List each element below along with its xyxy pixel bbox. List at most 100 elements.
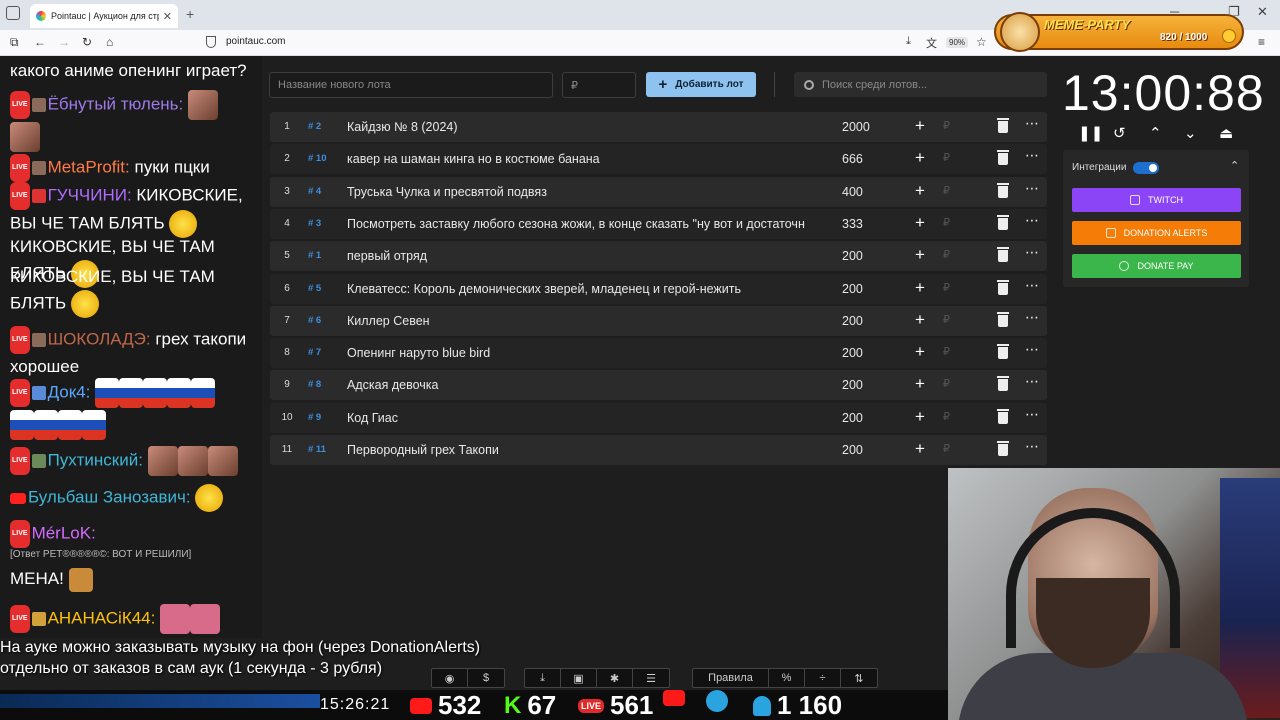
lot-id[interactable]: # 10 [308, 153, 327, 164]
more-options-icon[interactable]: ⋯ [1025, 341, 1039, 358]
lot-row[interactable]: 5 # 1 первый отряд 200 + ₽ ⋯ [270, 241, 1047, 272]
menu-icon[interactable]: ≡ [1258, 35, 1265, 49]
lot-id[interactable]: # 11 [308, 444, 326, 455]
lot-row[interactable]: 9 # 8 Адская девочка 200 + ₽ ⋯ [270, 370, 1047, 401]
chevron-down-icon[interactable]: ⌄ [1184, 124, 1197, 142]
save-page-icon[interactable]: ⤓ [906, 35, 911, 48]
trash-icon[interactable] [997, 408, 1009, 424]
lot-row[interactable]: 2 # 10 кавер на шаман кинга но в костюме б… [270, 144, 1047, 175]
lot-id[interactable]: # 9 [308, 412, 321, 423]
dollar-icon[interactable]: $ [468, 669, 504, 687]
ruble-input[interactable]: ₽ [943, 216, 950, 229]
ruble-input[interactable]: ₽ [943, 248, 950, 261]
close-tab-icon[interactable]: ✕ [163, 10, 172, 23]
lot-id[interactable]: # 7 [308, 347, 321, 358]
lot-id[interactable]: # 1 [308, 250, 321, 261]
ruble-input[interactable]: ₽ [943, 119, 950, 132]
lot-row[interactable]: 3 # 4 Труська Чулка и пресвятой подвяз 400 +… [270, 176, 1047, 207]
translate-icon[interactable]: 文 [926, 35, 937, 51]
ruble-input[interactable]: ₽ [943, 442, 950, 455]
lot-id[interactable]: # 6 [308, 315, 321, 326]
donate-pay-button[interactable]: DONATE PAY [1072, 254, 1241, 278]
trash-icon[interactable] [997, 118, 1009, 133]
add-amount-icon[interactable]: + [915, 148, 925, 168]
add-amount-icon[interactable]: + [915, 310, 925, 330]
sidebar-toggle-icon[interactable]: ⧉ [10, 35, 19, 50]
ruble-input[interactable]: ₽ [943, 151, 950, 164]
trash-icon[interactable] [997, 376, 1009, 392]
bookmark-star-icon[interactable]: ☆ [976, 35, 987, 49]
lot-name[interactable]: Посмотреть заставку любого сезона жожи, … [347, 217, 827, 231]
trash-icon[interactable] [997, 247, 1009, 263]
lot-row[interactable]: 10 # 9 Код Гиас 200 + ₽ ⋯ [270, 402, 1047, 433]
new-tab-icon[interactable]: + [186, 6, 194, 22]
reload-icon[interactable]: ↻ [82, 35, 92, 49]
add-amount-icon[interactable]: + [915, 116, 925, 136]
ruble-input[interactable]: ₽ [943, 281, 950, 294]
trash-icon[interactable] [997, 182, 1009, 198]
add-amount-icon[interactable]: + [915, 342, 925, 362]
lot-id[interactable]: # 3 [308, 218, 321, 229]
sort-icon[interactable]: ⇅ [841, 669, 877, 687]
lot-name[interactable]: Труська Чулка и пресвятой подвяз [347, 185, 827, 199]
percent-icon[interactable]: % [769, 669, 805, 687]
ruble-input[interactable]: ₽ [943, 410, 950, 423]
more-options-icon[interactable]: ⋯ [1025, 212, 1039, 229]
lot-name[interactable]: кавер на шаман кинга но в костюме банана [347, 152, 827, 166]
donation-alerts-button[interactable]: DONATION ALERTS [1072, 221, 1241, 245]
add-amount-icon[interactable]: + [915, 278, 925, 298]
tab-list-icon[interactable] [6, 6, 20, 20]
home-icon[interactable]: ⌂ [106, 35, 113, 49]
lot-name[interactable]: Код Гиас [347, 411, 827, 425]
more-options-icon[interactable]: ⋯ [1025, 180, 1039, 197]
lot-name[interactable]: Кайдзю № 8 (2024) [347, 120, 827, 134]
lot-id[interactable]: # 5 [308, 283, 321, 294]
lot-name[interactable]: Адская девочка [347, 378, 827, 392]
add-amount-icon[interactable]: + [915, 213, 925, 233]
lot-row[interactable]: 6 # 5 Клеватесс: Король демонических звере… [270, 273, 1047, 304]
trash-icon[interactable] [997, 150, 1009, 166]
more-options-icon[interactable]: ⋯ [1025, 277, 1039, 294]
trash-icon[interactable] [997, 279, 1009, 295]
ruble-input[interactable]: ₽ [943, 313, 950, 326]
rules-button[interactable]: Правила [693, 669, 769, 687]
bug-icon[interactable]: ✱ [597, 669, 633, 687]
close-window-icon[interactable]: ✕ [1257, 4, 1268, 20]
back-icon[interactable]: ← [34, 35, 46, 49]
lot-name[interactable]: первый отряд [347, 249, 827, 263]
github-icon[interactable]: ◉ [432, 669, 468, 687]
eject-icon[interactable]: ⏏ [1219, 124, 1233, 142]
search-input[interactable]: Поиск среди лотов... [794, 72, 1047, 97]
download-icon[interactable]: ⤓ [525, 669, 561, 687]
add-amount-icon[interactable]: + [915, 245, 925, 265]
integrations-toggle[interactable] [1133, 162, 1159, 174]
add-amount-icon[interactable]: + [915, 181, 925, 201]
trash-icon[interactable] [997, 441, 1009, 456]
lot-row[interactable]: 1 # 2 Кайдзю № 8 (2024) 2000 + ₽ ⋯ [270, 112, 1047, 142]
divide-icon[interactable]: ÷ [805, 669, 841, 687]
lot-id[interactable]: # 8 [308, 379, 321, 390]
amount-input[interactable]: ₽ [562, 72, 636, 98]
add-lot-button[interactable]: + Добавить лот [646, 72, 756, 97]
shield-icon[interactable] [206, 36, 216, 48]
more-options-icon[interactable]: ⋯ [1025, 373, 1039, 390]
more-options-icon[interactable]: ⋯ [1025, 406, 1039, 423]
more-options-icon[interactable]: ⋯ [1025, 115, 1039, 132]
lot-name[interactable]: Опенинг наруто blue bird [347, 346, 827, 360]
lot-name[interactable]: Киллер Севен [347, 314, 827, 328]
chevron-up-icon[interactable]: ⌃ [1230, 159, 1239, 172]
address-bar[interactable]: pointauc.com [226, 36, 285, 47]
chevron-up-icon[interactable]: ⌃ [1149, 124, 1162, 142]
reset-icon[interactable]: ↺ [1113, 124, 1126, 142]
add-amount-icon[interactable]: + [915, 407, 925, 427]
trash-icon[interactable] [997, 311, 1009, 327]
add-amount-icon[interactable]: + [915, 374, 925, 394]
more-options-icon[interactable]: ⋯ [1025, 309, 1039, 326]
lot-row[interactable]: 8 # 7 Опенинг наруто blue bird 200 + ₽ ⋯ [270, 338, 1047, 369]
lot-id[interactable]: # 4 [308, 186, 321, 197]
lot-row[interactable]: 7 # 6 Киллер Севен 200 + ₽ ⋯ [270, 305, 1047, 336]
trash-icon[interactable] [997, 214, 1009, 230]
lot-name[interactable]: Клеватесс: Король демонических зверей, м… [347, 282, 827, 296]
add-amount-icon[interactable]: + [915, 439, 925, 459]
forward-icon[interactable]: → [58, 35, 70, 49]
